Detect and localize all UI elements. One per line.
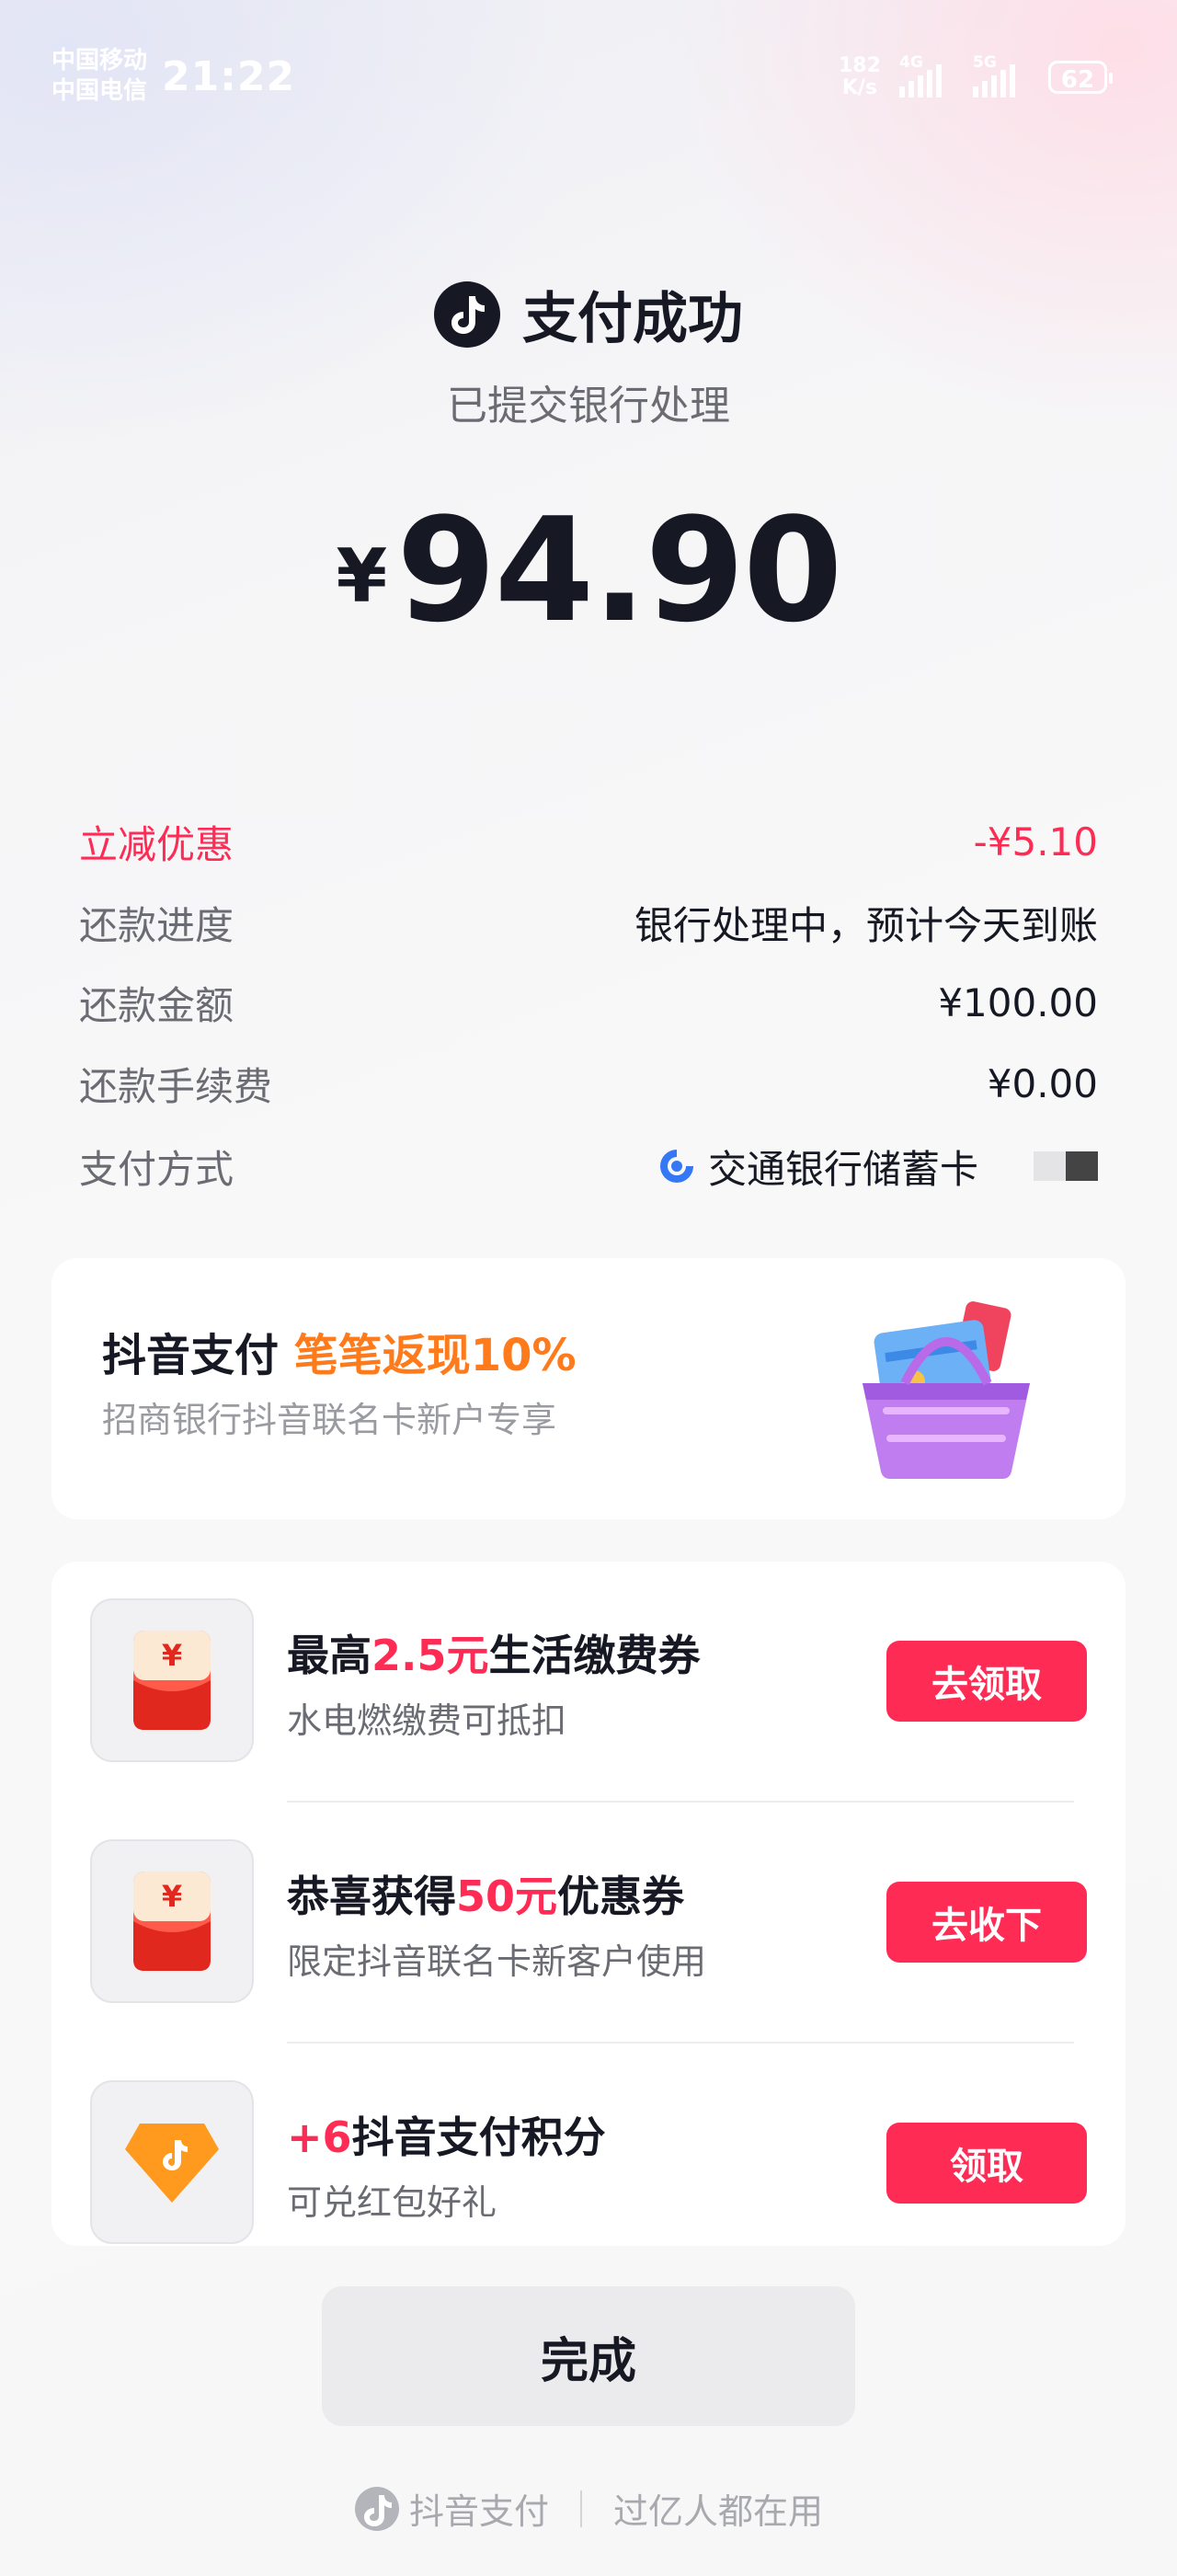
battery-icon: 62 xyxy=(1048,61,1113,94)
net-speed-value: 182 xyxy=(839,54,881,77)
reward-title-suffix: 生活缴费券 xyxy=(488,1631,701,1680)
accept-coupon-button[interactable]: 去收下 xyxy=(886,1882,1087,1963)
footer-brand: 抖音支付 xyxy=(354,2483,549,2534)
payment-amount: ¥ 94.90 xyxy=(0,487,1177,654)
reward-item: +6抖音支付积分 可兑红包好礼 领取 xyxy=(51,2044,1126,2246)
douyin-diamond-icon xyxy=(125,2124,219,2203)
reward-title-highlight: +6 xyxy=(287,2112,352,2162)
shopping-basket-icon xyxy=(863,1301,1030,1479)
page-subtitle: 已提交银行处理 xyxy=(447,383,730,429)
reward-title: +6抖音支付积分 xyxy=(287,2104,606,2165)
done-button[interactable]: 完成 xyxy=(322,2286,855,2426)
reward-subtitle: 可兑红包好礼 xyxy=(287,2182,497,2223)
reward-subtitle: 限定抖音联名卡新客户使用 xyxy=(287,1941,707,1982)
reward-title-prefix: 恭喜获得 xyxy=(287,1872,456,1921)
payment-method-value: 交通银行储蓄卡 xyxy=(655,1139,1098,1195)
carrier-info: 中国移动 中国电信 xyxy=(51,46,147,107)
signal-5g-label: 5G xyxy=(973,53,997,72)
reward-item: ¥ 恭喜获得50元优惠券 限定抖音联名卡新客户使用 去收下 xyxy=(51,1803,1126,2044)
reward-icon-box: ¥ xyxy=(90,1598,254,1762)
douyin-logo-icon xyxy=(434,280,500,348)
detail-row-progress: 还款进度 银行处理中，预计今天到账 xyxy=(79,890,1098,955)
clock: 21:22 xyxy=(162,53,296,100)
detail-value: 银行处理中，预计今天到账 xyxy=(634,902,1098,948)
detail-label: 立减优惠 xyxy=(79,821,234,867)
svg-text:¥: ¥ xyxy=(162,1638,182,1673)
reward-title-prefix: 最高 xyxy=(287,1631,371,1680)
detail-row-repay-amount: 还款金额 ¥100.00 xyxy=(79,970,1098,1035)
detail-value: ¥0.00 xyxy=(987,1060,1098,1106)
detail-row-fee: 还款手续费 ¥0.00 xyxy=(79,1051,1098,1116)
reward-title-suffix: 优惠券 xyxy=(557,1872,685,1921)
red-packet-icon: ¥ xyxy=(133,1631,211,1730)
promo-title-prefix: 抖音支付 xyxy=(102,1330,280,1381)
promo-card[interactable]: 抖音支付 笔笔返现10% 招商银行抖音联名卡新户专享 xyxy=(51,1258,1126,1519)
signal-5g-icon: 5G xyxy=(973,53,1015,97)
net-speed: 182 K/s xyxy=(839,55,881,99)
footer-brand-label: 抖音支付 xyxy=(408,2491,549,2532)
reward-icon-box: ¥ xyxy=(90,1839,254,2003)
payment-method-label: 交通银行储蓄卡 xyxy=(707,1146,978,1192)
footer-separator xyxy=(580,2490,582,2527)
detail-value: ¥100.00 xyxy=(938,979,1098,1025)
red-packet-icon: ¥ xyxy=(133,1872,211,1971)
reward-title-highlight: 50元 xyxy=(456,1872,558,1921)
reward-title-suffix: 抖音支付积分 xyxy=(351,2112,606,2162)
rewards-card: ¥ 最高2.5元生活缴费券 水电燃缴费可抵扣 去领取 ¥ 恭喜获得50元优惠券 … xyxy=(51,1562,1126,2246)
reward-subtitle: 水电燃缴费可抵扣 xyxy=(287,1700,567,1741)
douyin-pay-logo-icon xyxy=(354,2486,399,2531)
reward-item: ¥ 最高2.5元生活缴费券 水电燃缴费可抵扣 去领取 xyxy=(51,1562,1126,1803)
claim-voucher-button[interactable]: 去领取 xyxy=(886,1641,1087,1722)
detail-label: 还款进度 xyxy=(79,902,234,948)
carrier-1: 中国移动 xyxy=(51,47,148,74)
bank-of-communications-icon xyxy=(659,1150,693,1183)
promo-title: 抖音支付 笔笔返现10% xyxy=(102,1319,577,1383)
carrier-2: 中国电信 xyxy=(51,77,148,105)
promo-subtitle: 招商银行抖音联名卡新户专享 xyxy=(102,1400,557,1440)
claim-points-button[interactable]: 领取 xyxy=(886,2123,1087,2204)
reward-title-highlight: 2.5元 xyxy=(371,1631,489,1680)
page-title: 支付成功 xyxy=(522,287,743,351)
detail-value: -¥5.10 xyxy=(973,819,1098,864)
promo-title-highlight: 笔笔返现10% xyxy=(293,1330,577,1381)
footer-slogan: 过亿人都在用 xyxy=(613,2491,824,2532)
detail-row-payment-method: 支付方式 交通银行储蓄卡 xyxy=(79,1134,1098,1198)
currency-symbol: ¥ xyxy=(336,533,388,619)
reward-icon-box xyxy=(90,2080,254,2244)
detail-row-discount: 立减优惠 -¥5.10 xyxy=(79,809,1098,874)
detail-label: 还款手续费 xyxy=(79,1063,273,1109)
footer: 抖音支付 过亿人都在用 xyxy=(0,2483,1177,2534)
status-bar: 中国移动 中国电信 21:22 182 K/s 4G 5G 62 xyxy=(0,0,1177,156)
reward-title: 最高2.5元生活缴费券 xyxy=(287,1622,701,1683)
amount-value: 94.90 xyxy=(396,487,842,654)
detail-label: 支付方式 xyxy=(79,1146,234,1192)
signal-4g-label: 4G xyxy=(899,53,923,72)
masked-card-number xyxy=(1034,1151,1098,1181)
signal-4g-icon: 4G xyxy=(899,53,942,97)
net-speed-unit: K/s xyxy=(841,76,878,99)
reward-title: 恭喜获得50元优惠券 xyxy=(287,1863,684,1924)
svg-text:¥: ¥ xyxy=(162,1879,182,1914)
detail-label: 还款金额 xyxy=(79,982,234,1028)
payment-result-header: 支付成功 xyxy=(0,274,1177,354)
